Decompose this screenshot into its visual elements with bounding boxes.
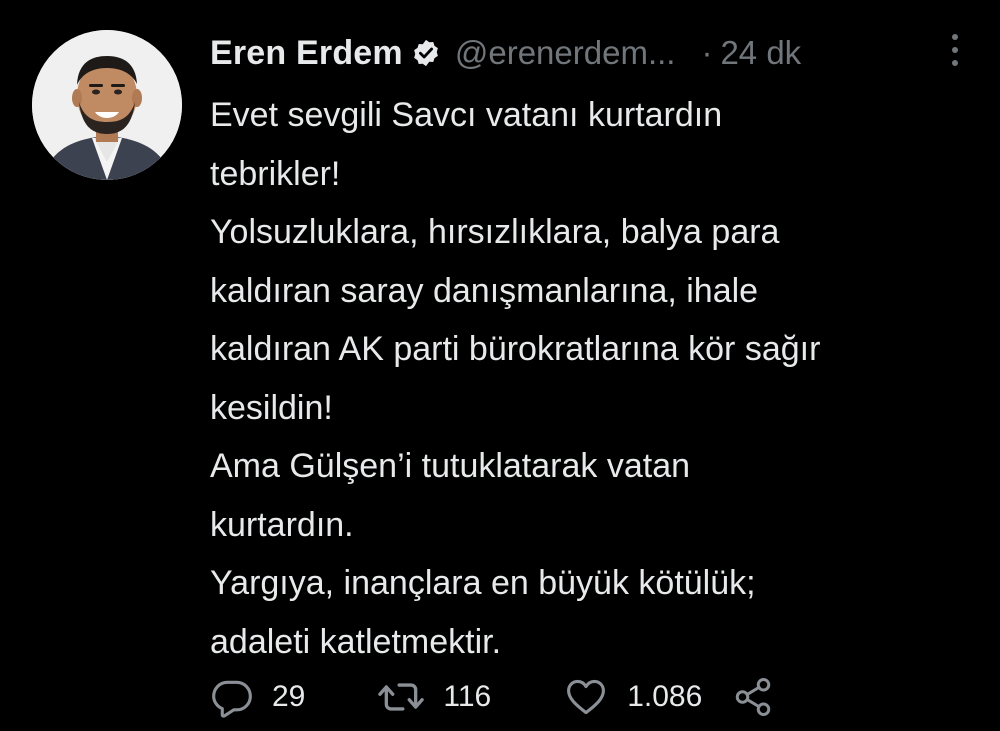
retweet-button[interactable]: 116: [377, 675, 491, 719]
tweet-text-line: tebrikler!: [210, 154, 341, 193]
tweet-text: Evet sevgili Savcı vatanı kurtardın tebr…: [210, 86, 980, 671]
tweet-text-line: Evet sevgili Savcı vatanı kurtardın: [210, 96, 723, 134]
reply-count: 29: [272, 680, 306, 713]
tweet-text-line: kaldıran AK parti bürokratlarına kör sağ…: [210, 330, 821, 368]
separator-dot: ·: [701, 34, 713, 71]
like-count: 1.086: [627, 680, 703, 713]
reply-button[interactable]: 29: [210, 675, 305, 719]
tweet-text-line: Ama Gülşen’i tutuklatarak vatan: [210, 447, 691, 485]
tweet-text-line: kurtardın.: [210, 505, 354, 544]
retweet-icon: [377, 675, 425, 719]
avatar-image: [32, 30, 182, 180]
tweet[interactable]: Eren Erdem @erenerdem... · 24 dk Evet se…: [0, 0, 1000, 731]
tweet-text-line: Yargıya, inançlara en büyük kötülük;: [210, 564, 756, 602]
share-button[interactable]: [732, 676, 774, 718]
tweet-text-line: Yolsuzluklara, hırsızlıklara, balya para: [210, 213, 780, 251]
like-button[interactable]: 1.086: [563, 675, 702, 719]
heart-icon: [563, 675, 609, 719]
author-handle[interactable]: @erenerdem...: [455, 34, 676, 72]
tweet-text-line: kaldıran saray danışmanlarına, ihale: [210, 271, 759, 310]
verified-badge-icon: [411, 38, 441, 68]
more-vertical-icon[interactable]: [944, 30, 966, 70]
tweet-header: Eren Erdem @erenerdem... · 24 dk: [210, 28, 970, 78]
timestamp[interactable]: 24 dk: [720, 34, 801, 72]
tweet-text-line: adaleti katletmektir.: [210, 622, 502, 661]
share-icon: [732, 676, 774, 718]
avatar[interactable]: [32, 30, 182, 180]
retweet-count: 116: [443, 680, 492, 713]
tweet-text-line: kesildin!: [210, 388, 333, 427]
reply-icon: [210, 675, 254, 719]
tweet-actions: 29 116 1.086: [210, 672, 774, 722]
author-name[interactable]: Eren Erdem: [210, 34, 403, 73]
